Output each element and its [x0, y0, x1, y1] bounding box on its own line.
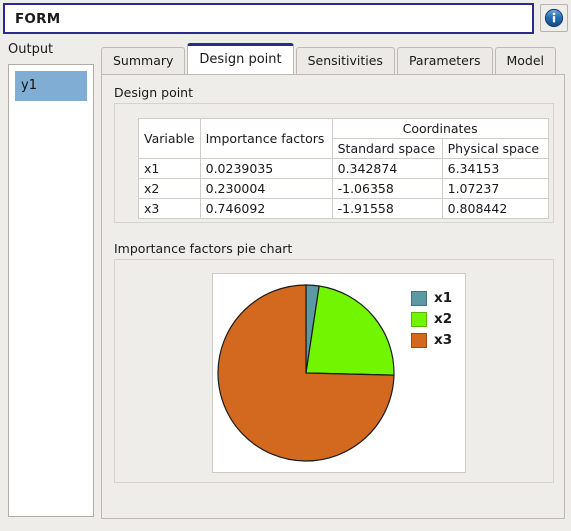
pie-chart-group-box: x1 x2 x3 — [114, 259, 554, 483]
table-row: x2 0.230004 -1.06358 1.07237 — [138, 178, 549, 199]
header-standard-space: Standard space — [331, 138, 443, 159]
info-icon — [544, 8, 564, 28]
tab-design-point[interactable]: Design point — [187, 43, 294, 74]
tab-summary-label: Summary — [113, 53, 174, 68]
cell-variable: x1 — [138, 158, 201, 179]
form-title-field[interactable]: FORM — [3, 3, 534, 34]
design-point-panel: Design point Variable Importance factors… — [101, 74, 565, 519]
tab-design-point-label: Design point — [199, 52, 282, 67]
tab-bar: Summary Design point Sensitivities Param… — [101, 43, 558, 74]
output-label: Output — [8, 42, 54, 57]
title-bar: FORM — [0, 0, 571, 37]
pie-chart-group-title: Importance factors pie chart — [114, 241, 293, 256]
form-title-text: FORM — [15, 10, 61, 27]
cell-variable: x3 — [138, 198, 201, 219]
cell-importance: 0.230004 — [199, 178, 333, 199]
cell-variable: x2 — [138, 178, 201, 199]
tab-model[interactable]: Model — [494, 47, 557, 74]
header-physical-space: Physical space — [441, 138, 549, 159]
legend-item-x2: x2 — [411, 311, 452, 327]
cell-standard: -1.06358 — [331, 178, 443, 199]
pie-chart-canvas: x1 x2 x3 — [212, 273, 466, 473]
list-item[interactable]: y1 — [15, 71, 87, 101]
design-point-group-title: Design point — [114, 85, 194, 100]
header-variable: Variable — [138, 118, 201, 159]
legend-label-x3: x3 — [434, 332, 453, 348]
cell-physical: 6.34153 — [441, 158, 549, 179]
design-point-group-box: Variable Importance factors Coordinates … — [114, 103, 554, 223]
pie-slice-x2 — [305, 285, 395, 376]
legend-swatch-x2 — [411, 311, 427, 327]
tab-parameters-label: Parameters — [408, 53, 481, 68]
legend-swatch-x3 — [411, 332, 427, 348]
legend-swatch-x1 — [411, 290, 427, 306]
list-item-label: y1 — [21, 78, 37, 93]
cell-importance: 0.0239035 — [199, 158, 333, 179]
cell-physical: 1.07237 — [441, 178, 549, 199]
cell-standard: -1.91558 — [331, 198, 443, 219]
cell-physical: 0.808442 — [441, 198, 549, 219]
legend-label-x2: x2 — [434, 311, 453, 327]
cell-standard: 0.342874 — [331, 158, 443, 179]
tab-model-label: Model — [506, 53, 545, 68]
info-button[interactable] — [540, 4, 568, 32]
tab-sensitivities-label: Sensitivities — [307, 53, 383, 68]
legend-label-x1: x1 — [434, 290, 453, 306]
header-coordinates: Coordinates — [331, 118, 549, 139]
legend-item-x1: x1 — [411, 290, 452, 306]
cell-importance: 0.746092 — [199, 198, 333, 219]
tab-parameters[interactable]: Parameters — [396, 47, 493, 74]
legend-item-x3: x3 — [411, 332, 452, 348]
chart-legend: x1 x2 x3 — [411, 290, 452, 353]
tab-sensitivities[interactable]: Sensitivities — [295, 47, 395, 74]
table-row: x1 0.0239035 0.342874 6.34153 — [138, 158, 549, 179]
tab-summary[interactable]: Summary — [101, 47, 186, 74]
table-row: x3 0.746092 -1.91558 0.808442 — [138, 198, 549, 219]
table-header-row-1: Variable Importance factors Coordinates — [138, 118, 549, 159]
output-list[interactable]: y1 — [8, 64, 94, 517]
header-importance: Importance factors — [199, 118, 333, 159]
design-point-table: Variable Importance factors Coordinates … — [138, 118, 549, 219]
